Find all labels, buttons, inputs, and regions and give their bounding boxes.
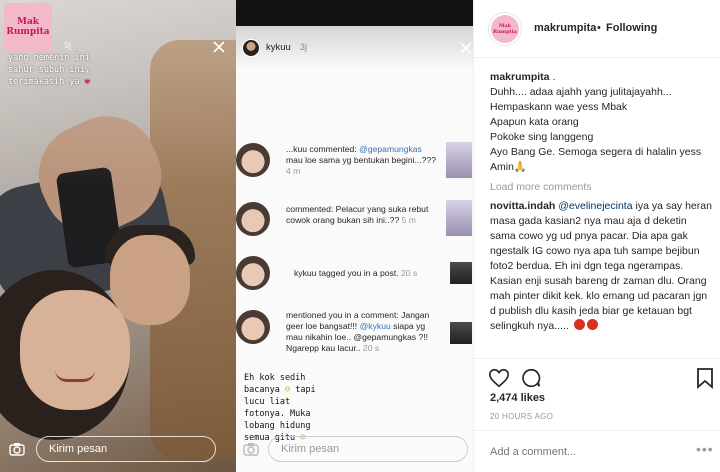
story-right-footer: Kirim pesan [240,436,468,462]
caption-line: Pokoke sing langgeng [490,131,594,143]
close-icon[interactable] [212,40,226,54]
send-message-field[interactable]: Kirim pesan [36,436,216,462]
send-message-field[interactable]: Kirim pesan [268,436,468,462]
mak-rumpita-logo: Mak Rumpita [4,3,52,51]
story-note: Eh kok sedih bacanya ☹ tapi lucu liat fo… [244,372,344,444]
notification-text: mentioned you in a comment: Jangan geer … [286,310,441,354]
notification-time: 20 s [362,343,380,353]
heart-icon: ❤ [84,77,90,87]
story-left-footer: Kirim pesan [6,436,216,462]
story-caption: yang nemenin ini sahur subuh ini, terima… [8,52,188,88]
send-message-placeholder: Kirim pesan [49,443,108,455]
notification-time: 20 s [401,268,418,278]
load-more-comments-link[interactable]: Load more comments [490,181,712,193]
caption-line: Duhh.... adaa ajahh yang julitajayahh... [490,86,672,98]
story-caption-text: yang nemenin ini sahur subuh ini, terima… [8,53,90,87]
notification-rest: mau loe sama yg bentukan begini...??? [286,155,437,165]
avatar-logo: Mak Rumpita [491,15,519,43]
logo-line2: Rumpita [6,27,50,37]
post-media: Mak Rumpita 9j yang nemenin ini sahur su… [0,0,473,472]
notification-thumbnail [446,200,472,236]
story-photo-left: Mak Rumpita 9j yang nemenin ini sahur su… [0,0,236,472]
avatar-logo-line2: Rumpita [492,29,518,35]
caption-line: Ayo Bang Ge. Semoga segera di halalin ye… [490,146,702,158]
post-timestamp: 20 HOURS AGO [490,412,554,421]
instagram-post-view: Mak Rumpita 9j yang nemenin ini sahur su… [0,0,720,472]
crying-emoji-icon: ☹ [284,385,291,395]
caption-line: Hempaskann wae yess Mbak [490,101,628,113]
angry-emoji-icon [586,319,598,330]
notification-time: 4 m [286,166,301,176]
add-comment-row: ••• [474,430,720,472]
caption-username[interactable]: makrumpita [490,71,550,83]
likes-count[interactable]: 2,474 likes [490,392,545,404]
separator-dot: • [597,22,601,34]
post-caption: makrumpita . Duhh.... adaa ajahh yang ju… [490,70,712,175]
notification-thumbnail [450,262,472,284]
avatar [236,256,270,290]
bookmark-icon[interactable] [696,367,714,389]
post-username[interactable]: makrumpita [534,22,596,34]
camera-icon[interactable] [6,438,28,460]
comments-section: makrumpita . Duhh.... adaa ajahh yang ju… [490,70,712,334]
comment-username[interactable]: novitta.indah [490,200,555,212]
notification-mention: @kykuu [359,321,391,331]
story-username[interactable]: kykuu [266,42,291,53]
comment-text: iya ya say heran masa gada kasian2 nya m… [490,200,712,332]
camera-icon[interactable] [240,438,262,460]
angry-emoji-icon [573,319,585,330]
more-options-icon[interactable]: ••• [696,441,714,457]
notification-text: kykuu tagged you in a post. 20 s [294,268,444,279]
notification-thumbnail [450,322,472,344]
notification-action: commented: [309,144,360,154]
story-time: 3j [300,42,308,52]
notification-user: ...kuu [286,144,308,154]
caption-line: Amin🙏 [490,161,527,173]
add-comment-input[interactable] [490,444,680,460]
comment-mention[interactable]: @evelinejecinta [558,200,632,212]
caption-line: Apapun kata orang [490,116,579,128]
post-side-panel: Mak Rumpita makrumpita • Following makru… [474,0,720,472]
logo-line1: Mak [16,17,40,27]
post-header: Mak Rumpita makrumpita • Following [474,0,720,58]
heart-icon[interactable] [488,367,510,389]
send-message-placeholder: Kirim pesan [281,443,340,455]
close-icon[interactable] [460,42,472,54]
notification-thumbnail [446,142,472,178]
comment: novitta.indah @evelinejecinta iya ya say… [490,199,712,334]
notification-mention: @gepamungkas [359,144,422,154]
notification-text: commented: Pelacur yang suka rebut cowok… [286,204,441,226]
avatar [236,310,270,344]
story-time: 9j [64,40,72,50]
comment-icon[interactable] [520,367,542,389]
avatar [236,202,270,236]
avatar[interactable] [242,39,260,57]
notification-time: 5 m [401,215,416,225]
notification-action: kykuu tagged you in a post. [294,268,399,278]
avatar [236,143,270,177]
avatar[interactable]: Mak Rumpita [488,12,522,46]
follow-status-button[interactable]: Following [606,22,657,34]
notification-text: ...kuu commented: @gepamungkas mau loe s… [286,144,438,177]
